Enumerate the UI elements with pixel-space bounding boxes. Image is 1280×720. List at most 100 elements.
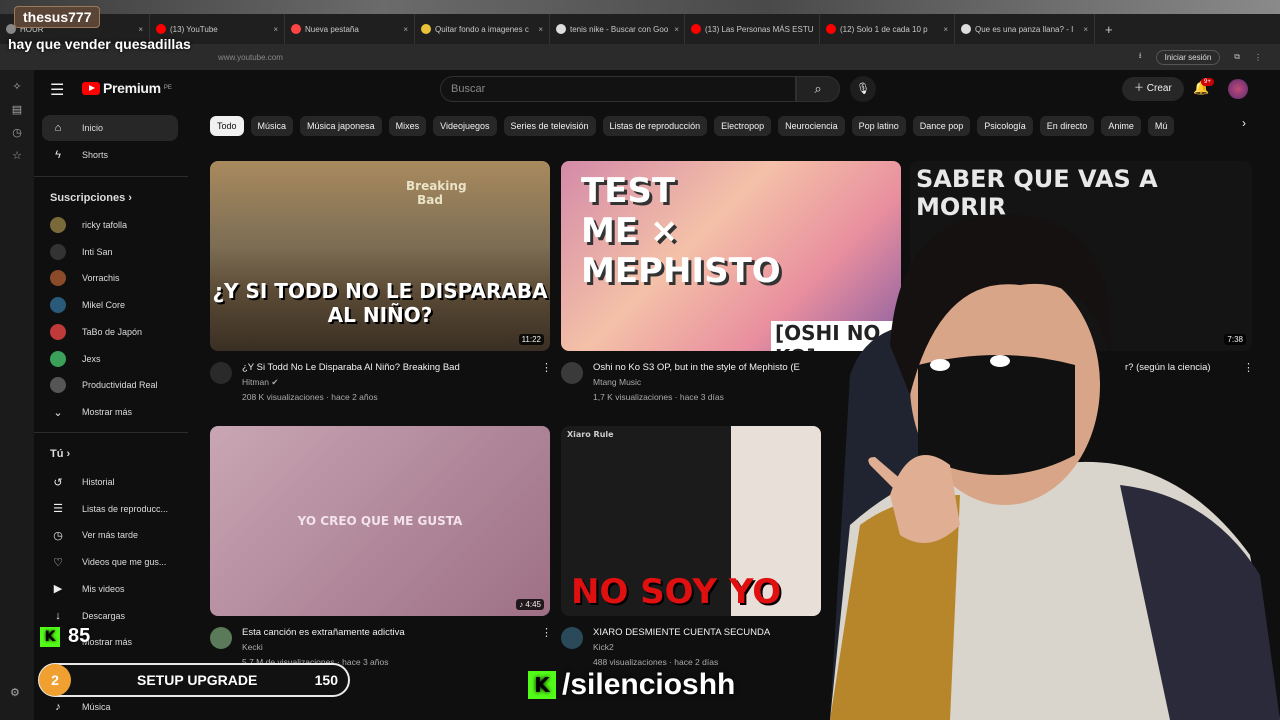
video-meta: 488 visualizaciones · hace 2 días [593,657,719,667]
sidebar-item-music[interactable]: ♪ Música [42,694,178,720]
filter-chip[interactable]: Pop latino [851,116,906,136]
gear-icon[interactable]: ⚙ [10,686,20,699]
show-more-subs-button[interactable]: ⌄ Mostrar más [42,399,178,425]
filter-chip[interactable]: Música japonesa [300,116,382,136]
filter-chip[interactable]: Anime [1101,116,1141,136]
channel-avatar[interactable] [210,362,232,384]
you-heading[interactable]: Tú › [50,448,70,460]
filter-chip[interactable]: Electropop [714,116,772,136]
sidebar-item-subscription[interactable]: Productividad Real [42,372,178,398]
eye-left [930,359,950,371]
filter-chip[interactable]: Música [250,116,294,136]
sidebar-item-subscription[interactable]: ricky tafolla [42,212,178,238]
browser-tab[interactable]: tenis nike - Buscar con Goo × [550,14,685,44]
avatar[interactable] [1228,79,1248,99]
filter-chip[interactable]: Mixes [388,116,427,136]
channel-avatar [50,217,66,233]
filter-chip[interactable]: Dance pop [912,116,971,136]
video-thumbnail[interactable]: Breaking Bad ¿Y SI TODD NO LE DISPARABA … [210,161,550,351]
sidebar-item-you[interactable]: ♡ Videos que me gus... [42,549,178,575]
browser-tab[interactable]: (12) Solo 1 de cada 10 p × [820,14,955,44]
close-icon[interactable]: × [937,25,948,34]
browser-tab[interactable]: Quitar fondo a imagenes c × [415,14,550,44]
tab-label: (13) YouTube [170,24,218,34]
sidebar-item-subscription[interactable]: Inti San [42,239,178,265]
tab-favicon-icon [691,24,701,34]
sidebar-item-subscription[interactable]: Mikel Core [42,292,178,318]
setup-upgrade-bar: 2 SETUP UPGRADE 150 [38,663,350,697]
more-options-icon[interactable]: ⋮ [541,361,552,374]
video-title[interactable]: Esta canción es extrañamente adictiva [242,627,532,638]
sidebar-item-you[interactable]: ▶ Mis videos [42,576,178,602]
video-thumbnail[interactable]: Xiaro Rule NO SOY YO [561,426,821,616]
tab-label: Que es una panza llana? - I [975,24,1074,34]
channel-name[interactable]: Kick2 [593,642,614,652]
search-button[interactable]: ⌕ [796,76,840,102]
filter-chip[interactable]: Neurociencia [778,116,845,136]
sidebar-item-you[interactable]: ↺ Historial [42,469,178,495]
youtube-logo[interactable]: Premium PE [82,80,172,96]
sidebar-item-home[interactable]: ⌂ Inicio [42,115,178,141]
sidebar-item-shorts[interactable]: ϟ Shorts [42,142,178,168]
sidebar-item-you[interactable]: ☰ Listas de reproducc... [42,496,178,522]
upgrade-points: 150 [314,672,338,688]
chat-message: hay que vender quesadillas [8,36,191,52]
channel-name[interactable]: Hitman ✔ [242,377,278,388]
new-tab-icon[interactable]: + [1095,22,1123,37]
url-field[interactable]: www.youtube.com [218,53,283,62]
webcam-overlay [830,214,1280,720]
sidebar-item-subscription[interactable]: Vorrachis [42,265,178,291]
filter-chip[interactable]: En directo [1039,116,1095,136]
filter-chip[interactable]: Mú [1147,116,1175,136]
close-icon[interactable]: × [267,25,278,34]
filter-chip[interactable]: Series de televisión [503,116,596,136]
mic-button[interactable]: 🎙 [850,76,876,102]
filter-chip[interactable]: Videojuegos [433,116,497,136]
sidebar-item-you[interactable]: ◷ Ver más tarde [42,522,178,548]
download-icon[interactable]: ⭳ [1139,50,1142,64]
search-input[interactable]: Buscar [440,76,796,102]
clock-icon: ◷ [53,529,63,542]
channel-name[interactable]: Kecki [242,642,263,652]
tab-favicon-icon [826,24,836,34]
eye-right [990,355,1010,367]
video-thumbnail[interactable]: YO CREO QUE ME GUSTA ♪ 4:45 [210,426,550,616]
duration-badge: ♪ 4:45 [516,599,544,610]
close-icon[interactable]: × [1077,25,1088,34]
chevron-right-icon[interactable]: › [1242,116,1246,130]
upgrade-label: SETUP UPGRADE [137,672,258,688]
close-icon[interactable]: × [668,25,679,34]
close-icon[interactable]: × [532,25,543,34]
history-rail-icon[interactable]: ◷ [0,126,34,139]
create-button[interactable]: ＋ Crear [1122,77,1184,101]
more-options-icon[interactable]: ⋮ [541,626,552,639]
channel-name[interactable]: Mtang Music [593,377,641,387]
browser-menu-icon[interactable]: ⋮ [1254,53,1262,62]
subscriptions-heading[interactable]: Suscripciones › [50,192,132,204]
favorites-icon[interactable]: ☆ [0,149,34,162]
sidebar-item-subscription[interactable]: Jexs [42,346,178,372]
browser-tab[interactable]: Que es una panza llana? - I × [955,14,1095,44]
extensions-icon[interactable]: ⧉ [1234,52,1240,62]
filter-chip[interactable]: Psicología [977,116,1033,136]
channel-avatar[interactable] [561,627,583,649]
channel-avatar[interactable] [561,362,583,384]
video-title[interactable]: XIARO DESMIENTE CUENTA SECUNDA [593,627,783,638]
sidebar-item-subscription[interactable]: TaBo de Japón [42,319,178,345]
close-icon[interactable]: × [397,25,408,34]
filter-chip[interactable]: Todo [210,116,244,136]
chat-username-badge: thesus777 [14,6,101,28]
sparkle-icon[interactable]: ✧ [0,80,34,93]
tab-favicon-icon [961,24,971,34]
browser-tab[interactable]: Nueva pestaña × [285,14,415,44]
browser-tab[interactable]: (13) Las Personas MÁS ESTU× [685,14,820,44]
channel-avatar[interactable] [210,627,232,649]
filter-chip[interactable]: Listas de reproducción [602,116,708,136]
signin-button[interactable]: Iniciar sesión [1155,49,1221,65]
hamburger-menu-icon[interactable]: ☰ [50,80,64,100]
collections-icon[interactable]: ▤ [0,103,34,116]
video-title[interactable]: Oshi no Ko S3 OP, but in the style of Me… [593,362,823,373]
close-icon[interactable]: × [132,25,143,34]
video-title[interactable]: ¿Y Si Todd No Le Disparaba Al Niño? Brea… [242,362,532,373]
tab-favicon-icon [421,24,431,34]
